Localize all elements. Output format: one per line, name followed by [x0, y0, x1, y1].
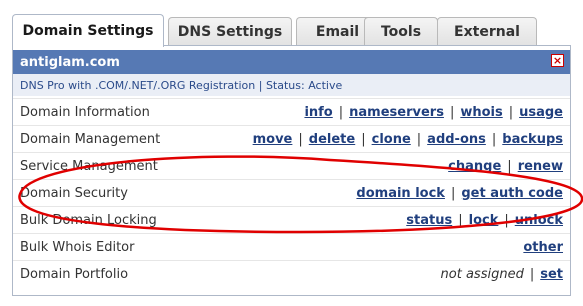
separator: | — [504, 212, 509, 228]
unlock-link[interactable]: unlock — [515, 213, 563, 228]
domain-header: antiglam.com × — [13, 50, 570, 74]
row-bulk-whois-editor: Bulk Whois Editor other — [13, 233, 570, 260]
row-label: Domain Information — [20, 104, 150, 120]
separator: | — [508, 104, 514, 120]
row-bulk-domain-locking: Bulk Domain Locking status | lock | unlock — [13, 206, 570, 233]
tab-dns-settings[interactable]: DNS Settings — [168, 17, 292, 46]
plan-status-line: DNS Pro with .COM/.NET/.ORG Registration… — [13, 74, 570, 96]
separator: | — [449, 104, 455, 120]
row-label: Bulk Whois Editor — [20, 239, 135, 255]
separator: | — [361, 131, 366, 147]
add-ons-link[interactable]: add-ons — [427, 132, 486, 147]
row-label: Domain Security — [20, 185, 128, 201]
portfolio-status: not assigned — [440, 266, 524, 282]
status-link[interactable]: status — [406, 213, 452, 228]
separator: | — [507, 158, 512, 174]
tab-domain-settings[interactable]: Domain Settings — [12, 14, 164, 47]
row-domain-security: Domain Security domain lock | get auth co… — [13, 179, 570, 206]
domain-settings-panel: antiglam.com × DNS Pro with .COM/.NET/.O… — [12, 45, 571, 296]
tab-external[interactable]: External — [437, 17, 537, 46]
change-link[interactable]: change — [448, 159, 501, 174]
get-auth-code-link[interactable]: get auth code — [461, 186, 563, 201]
row-label: Domain Management — [20, 131, 161, 147]
nameservers-link[interactable]: nameservers — [349, 105, 444, 120]
whois-link[interactable]: whois — [460, 105, 502, 120]
row-domain-portfolio: Domain Portfolio not assigned | set — [13, 260, 570, 287]
delete-link[interactable]: delete — [309, 132, 355, 147]
info-link[interactable]: info — [304, 105, 332, 120]
clone-link[interactable]: clone — [372, 132, 411, 147]
row-service-management: Service Management change | renew — [13, 152, 570, 179]
separator: | — [298, 131, 303, 147]
tab-bar: Domain Settings DNS Settings Email Tools… — [12, 14, 572, 47]
domain-lock-link[interactable]: domain lock — [356, 186, 445, 201]
row-domain-management: Domain Management move | delete | clone | a… — [13, 125, 570, 152]
domain-name: antiglam.com — [20, 54, 120, 70]
row-label: Bulk Domain Locking — [20, 212, 157, 228]
separator: | — [416, 131, 422, 147]
separator: | — [338, 104, 344, 120]
separator: | — [450, 185, 456, 201]
backups-link[interactable]: backups — [502, 132, 563, 147]
renew-link[interactable]: renew — [518, 159, 563, 174]
row-label: Domain Portfolio — [20, 266, 129, 282]
row-domain-information: Domain Information info | nameservers | wh… — [13, 98, 570, 125]
move-link[interactable]: move — [253, 132, 293, 147]
separator: | — [458, 212, 463, 228]
set-link[interactable]: set — [540, 267, 563, 282]
lock-link[interactable]: lock — [469, 213, 499, 228]
separator: | — [491, 131, 497, 147]
tab-tools[interactable]: Tools — [364, 17, 438, 46]
close-icon[interactable]: × — [551, 54, 564, 67]
row-label: Service Management — [20, 158, 158, 174]
usage-link[interactable]: usage — [519, 105, 563, 120]
separator: | — [529, 266, 535, 282]
other-link[interactable]: other — [523, 240, 563, 255]
